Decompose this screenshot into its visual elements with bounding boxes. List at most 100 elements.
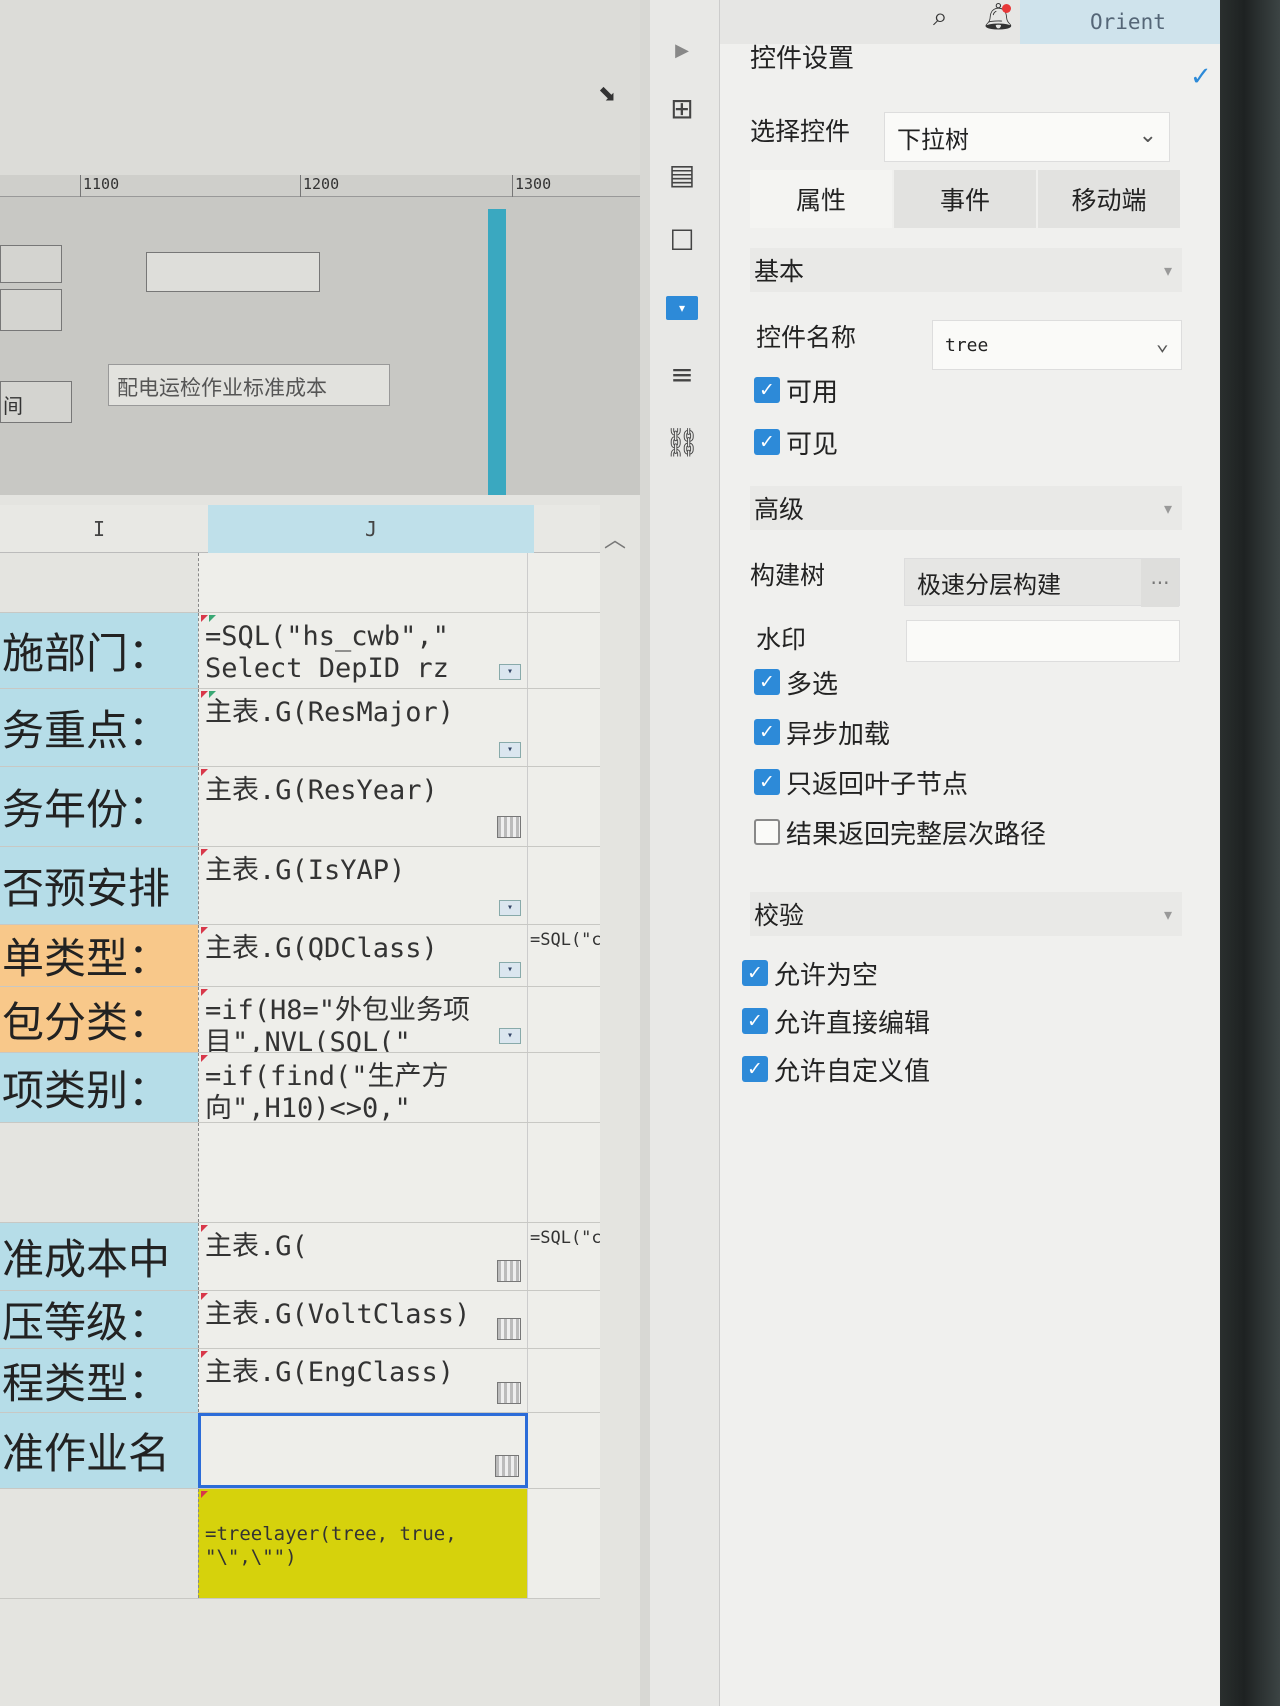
formula-cell[interactable]	[198, 1123, 528, 1222]
row-label-cell[interactable]: 准成本中	[0, 1223, 198, 1290]
checkbox-row[interactable]: ✓ 允许直接编辑	[742, 1003, 930, 1039]
dropdown-widget-icon[interactable]: ▾	[499, 1028, 521, 1044]
checkbox-checked-icon[interactable]: ✓	[742, 1056, 768, 1082]
checkbox-checked-icon[interactable]: ✓	[754, 719, 780, 745]
expand-canvas-icon[interactable]: ⬊	[598, 82, 616, 107]
preview-widget[interactable]	[0, 245, 62, 283]
overflow-cell[interactable]	[528, 1349, 600, 1412]
overflow-cell[interactable]: =SQL("cwb",	[528, 1223, 600, 1290]
checkbox-checked-icon[interactable]: ✓	[754, 769, 780, 795]
section-advanced[interactable]: 高级 ▾	[750, 486, 1182, 530]
section-validation[interactable]: 校验 ▾	[750, 892, 1182, 936]
row-label-cell[interactable]: 务年份：	[0, 767, 198, 846]
dropdown-widget-icon[interactable]: ▾	[499, 742, 521, 758]
overflow-cell[interactable]	[528, 689, 600, 766]
row-label-cell[interactable]: 项类别：	[0, 1053, 198, 1122]
formula-cell[interactable]: =if(find("生产方向",H10)<>0,"	[198, 1053, 528, 1122]
formula-cell[interactable]: =SQL("hs_cwb"," Select DepID rz ▾	[198, 613, 528, 688]
date-widget-icon[interactable]	[497, 1318, 521, 1340]
pin-icon[interactable]: ✓	[1190, 62, 1212, 92]
preview-button[interactable]: 间	[0, 381, 72, 423]
row-label-cell[interactable]: 否预安排	[0, 847, 198, 924]
dropdown-widget-icon[interactable]: ▾	[499, 664, 521, 680]
date-widget-icon[interactable]	[497, 1382, 521, 1404]
formula-cell[interactable]: =treelayer(tree, true, "\",\"")	[198, 1489, 528, 1598]
formula-cell[interactable]: 主表.G(VoltClass)	[198, 1291, 528, 1348]
preview-input[interactable]	[146, 252, 320, 292]
search-icon[interactable]: ⌕	[933, 2, 948, 33]
overflow-cell[interactable]	[528, 1413, 600, 1488]
date-widget-icon[interactable]	[497, 1260, 521, 1282]
section-basic[interactable]: 基本 ▾	[750, 248, 1182, 292]
user-name[interactable]: Orient	[1020, 0, 1220, 44]
overflow-cell[interactable]	[528, 987, 600, 1052]
formula-cell[interactable]: 主表.G(	[198, 1223, 528, 1290]
list-widget-icon[interactable]: ≡	[660, 352, 704, 396]
build-tree-more-button[interactable]: ···	[1141, 559, 1179, 607]
row-label-cell[interactable]: 准作业名	[0, 1413, 198, 1488]
row-label-cell[interactable]: 施部门：	[0, 613, 198, 688]
watermark-input[interactable]	[906, 620, 1180, 662]
checkbox-row[interactable]: ✓ 允许为空	[742, 955, 878, 991]
row-label-cell[interactable]	[0, 553, 198, 612]
form-info-icon[interactable]: ▤	[660, 152, 704, 196]
overflow-cell[interactable]	[528, 1053, 600, 1122]
formula-cell[interactable]: =if(H8="外包业务项目",NVL(SQL(" ▾	[198, 987, 528, 1052]
formula-cell[interactable]: 主表.G(IsYAP) ▾	[198, 847, 528, 924]
checkbox-row[interactable]: ✓ 可用	[754, 372, 838, 408]
row-label-cell[interactable]: 压等级：	[0, 1291, 198, 1348]
widget-name-field[interactable]: tree ⌄	[932, 320, 1182, 370]
formula-cell[interactable]: 主表.G(EngClass)	[198, 1349, 528, 1412]
overflow-cell[interactable]	[528, 1489, 600, 1598]
row-label-cell[interactable]	[0, 1489, 198, 1598]
dropdown-widget-icon[interactable]: ▾	[499, 962, 521, 978]
dropdown-widget-icon[interactable]: ▾	[499, 900, 521, 916]
build-tree-field[interactable]: 极速分层构建 ···	[904, 558, 1180, 607]
row-label-cell[interactable]: 单类型：	[0, 925, 198, 986]
row-label-cell[interactable]: 务重点：	[0, 689, 198, 766]
checkbox-checked-icon[interactable]: ✓	[754, 377, 780, 403]
checkbox-row[interactable]: ✓ 只返回叶子节点	[754, 764, 968, 800]
container-icon[interactable]: ☐	[660, 218, 704, 262]
overflow-cell[interactable]	[528, 1291, 600, 1348]
row-label-cell[interactable]: 程类型：	[0, 1349, 198, 1412]
row-label-cell[interactable]	[0, 1123, 198, 1222]
checkbox-row[interactable]: ✓ 多选	[754, 664, 838, 700]
checkbox-unchecked-icon[interactable]	[754, 819, 780, 845]
formula-cell[interactable]	[198, 553, 528, 612]
overflow-cell[interactable]: =SQL("cwb",	[528, 925, 600, 986]
overflow-cell[interactable]	[528, 553, 600, 612]
tab-properties[interactable]: 属性	[750, 170, 892, 228]
row-label-cell[interactable]: 包分类：	[0, 987, 198, 1052]
overflow-cell[interactable]	[528, 847, 600, 924]
checkbox-checked-icon[interactable]: ✓	[754, 429, 780, 455]
select-control-dropdown[interactable]: 下拉树 ⌄	[884, 112, 1170, 162]
preview-label[interactable]: 配电运检作业标准成本	[108, 364, 390, 406]
checkbox-checked-icon[interactable]: ✓	[754, 669, 780, 695]
formula-cell[interactable]	[198, 1413, 528, 1488]
overflow-cell[interactable]	[528, 613, 600, 688]
column-j-header[interactable]: J	[208, 505, 534, 553]
tab-events[interactable]: 事件	[894, 170, 1036, 228]
dropdown-widget-icon[interactable]: ▾	[660, 286, 704, 330]
formula-cell[interactable]: 主表.G(ResYear)	[198, 767, 528, 846]
overflow-cell[interactable]	[528, 1123, 600, 1222]
collapse-arrow-icon[interactable]: ▶	[660, 28, 704, 72]
formula-cell[interactable]: 主表.G(ResMajor) ▾	[198, 689, 528, 766]
formula-cell[interactable]: 主表.G(QDClass) ▾	[198, 925, 528, 986]
checkbox-row[interactable]: ✓ 异步加载	[754, 714, 890, 750]
layout-icon[interactable]: ⊞	[660, 86, 704, 130]
date-widget-icon[interactable]	[495, 1455, 519, 1477]
checkbox-row[interactable]: 结果返回完整层次路径	[754, 814, 1046, 850]
overflow-cell[interactable]	[528, 767, 600, 846]
checkbox-checked-icon[interactable]: ✓	[742, 1008, 768, 1034]
checkbox-row[interactable]: ✓ 可见	[754, 424, 838, 460]
link-icon[interactable]: ⛓	[660, 420, 704, 464]
preview-widget[interactable]	[0, 289, 62, 331]
scroll-up-icon[interactable]: ︿	[604, 522, 626, 554]
date-widget-icon[interactable]	[497, 816, 521, 838]
tab-mobile[interactable]: 移动端	[1038, 170, 1180, 228]
column-i-header[interactable]: I	[0, 505, 198, 553]
checkbox-checked-icon[interactable]: ✓	[742, 960, 768, 986]
checkbox-row[interactable]: ✓ 允许自定义值	[742, 1051, 930, 1087]
